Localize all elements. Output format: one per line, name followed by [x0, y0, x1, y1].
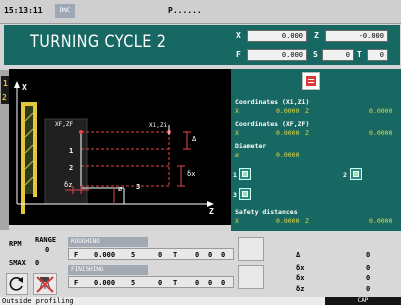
side-mark-2: 2 [2, 93, 7, 102]
finishing-tool-slot[interactable] [238, 265, 264, 289]
coords-initial-x-value[interactable]: 0.0000 [276, 107, 299, 115]
option-1-toggle[interactable] [239, 168, 251, 180]
z-axis-label: Z [209, 207, 214, 216]
finishing-f-label: F [74, 279, 79, 287]
cutting-passes [81, 131, 170, 187]
roughing-header: ROUGHING [68, 237, 148, 247]
diameter-symbol-label: ø [235, 151, 239, 159]
coolant-button[interactable] [33, 273, 57, 295]
roughing-dx-value[interactable]: 0 [366, 264, 370, 272]
status-message: Outside profiling [2, 297, 74, 305]
coolant-off-icon [36, 276, 54, 293]
diameter-symbol: ø [118, 185, 123, 193]
point-1-label: 1 [69, 147, 74, 155]
safety-z-label: Z [305, 217, 309, 225]
speed-field[interactable]: 0 [322, 49, 354, 61]
delta-z-label: δz [64, 181, 73, 189]
spindle-direction-button[interactable] [6, 273, 28, 295]
finishing-dz-label: δz [296, 285, 305, 293]
safety-x-label: X [235, 217, 239, 225]
coords-final-z-value[interactable]: 0.0000 [369, 129, 392, 137]
finishing-speed-value[interactable]: 5 [131, 279, 135, 287]
coords-final-label: Coordinates (XF,ZF) [235, 120, 310, 128]
finishing-value-c[interactable]: 0 [208, 279, 212, 287]
finishing-dx-value[interactable]: 0 [366, 274, 370, 282]
roughing-feed-value[interactable]: 0.000 [94, 251, 115, 259]
finishing-feed-value[interactable]: 0.000 [94, 279, 115, 287]
x-axis-label: X [22, 83, 27, 92]
page-title: TURNING CYCLE 2 [30, 32, 167, 52]
roughing-delta-label: Δ [296, 251, 301, 259]
tool-field[interactable]: 0 [367, 49, 388, 61]
roughing-delta-value[interactable]: 0 [366, 251, 370, 259]
cycle-type-icon [306, 76, 316, 86]
workpiece-hatch [24, 106, 34, 194]
tool-label: T [357, 50, 362, 59]
coords-final-x-label: X [235, 129, 239, 137]
option-1-label: 1 [233, 171, 237, 179]
option-2-toggle[interactable] [350, 168, 362, 180]
speed-label: S [313, 50, 318, 59]
coords-initial-x-label: X [235, 107, 239, 115]
dnc-badge[interactable]: DNC [55, 4, 75, 18]
x-label: X [236, 31, 241, 40]
final-point-marker [79, 130, 83, 134]
roughing-value-d[interactable]: 0 [221, 251, 225, 259]
coords-final-z-label: Z [305, 129, 309, 137]
roughing-tool-slot[interactable] [238, 237, 264, 261]
cycle-diagram: X Z XF,ZF Xi,Zi Δ δx δz ø 1 2 3 [9, 69, 231, 225]
safety-z-value[interactable]: 0.0000 [369, 217, 392, 225]
point-3-label: 3 [136, 183, 141, 191]
finishing-dx-label: δx [296, 274, 305, 282]
rpm-label: RPM [9, 240, 22, 248]
roughing-dx-label: δx [296, 264, 305, 272]
z-position-field[interactable]: -0.000 [325, 30, 388, 42]
coords-initial-label: Coordinates (Xi,Zi) [235, 98, 310, 106]
parameter-panel: Coordinates (Xi,Zi) X 0.0000 Z 0.0000 Co… [231, 69, 401, 231]
option-3-label: 3 [233, 191, 237, 199]
delta-label: Δ [192, 135, 197, 143]
roughing-speed-value[interactable]: 5 [131, 251, 135, 259]
x-axis [14, 81, 20, 204]
option-3-toggle[interactable] [239, 188, 251, 200]
safety-distances-label: Safety distances [235, 208, 298, 216]
cycle-type-button[interactable] [302, 72, 320, 90]
finishing-dz-value[interactable]: 0 [366, 285, 370, 293]
roughing-value-b[interactable]: 0 [195, 251, 199, 259]
diameter-label: Diameter [235, 142, 267, 150]
feed-field[interactable]: 0.000 [247, 49, 307, 61]
point-2-label: 2 [69, 164, 74, 172]
smax-label: SMAX [9, 259, 26, 267]
feed-label: F [236, 50, 241, 59]
option-2-label: 2 [343, 171, 347, 179]
diameter-value[interactable]: 0.0000 [276, 151, 299, 159]
coords-initial-z-label: Z [305, 107, 309, 115]
side-mark-1: 1 [3, 79, 8, 88]
roughing-t-label: T [173, 251, 178, 259]
range-value[interactable]: 0 [45, 246, 49, 254]
coords-final-x-value[interactable]: 0.0000 [276, 129, 299, 137]
program-name: P...... [168, 6, 202, 15]
finishing-value-d[interactable]: 0 [221, 279, 225, 287]
safety-x-value[interactable]: 0.0000 [276, 217, 299, 225]
caps-indicator: CAP [325, 297, 401, 305]
smax-value[interactable]: 0 [35, 259, 39, 267]
z-label: Z [314, 31, 319, 40]
delta-x-label: δx [187, 170, 196, 178]
finishing-value-b[interactable]: 0 [195, 279, 199, 287]
final-point-label: XF,ZF [55, 121, 74, 128]
roughing-value-c[interactable]: 0 [208, 251, 212, 259]
rotate-icon [9, 277, 23, 291]
range-label: RANGE [35, 236, 57, 244]
coords-initial-z-value[interactable]: 0.0000 [369, 107, 392, 115]
initial-point-label: Xi,Zi [149, 122, 168, 129]
x-position-field[interactable]: 0.000 [247, 30, 307, 42]
clock: 15:13:11 [4, 6, 43, 15]
roughing-value-a[interactable]: 0 [158, 251, 162, 259]
roughing-f-label: F [74, 251, 79, 259]
finishing-value-a[interactable]: 0 [158, 279, 162, 287]
finishing-t-label: T [173, 279, 178, 287]
finishing-header: FINISHING [68, 265, 148, 275]
